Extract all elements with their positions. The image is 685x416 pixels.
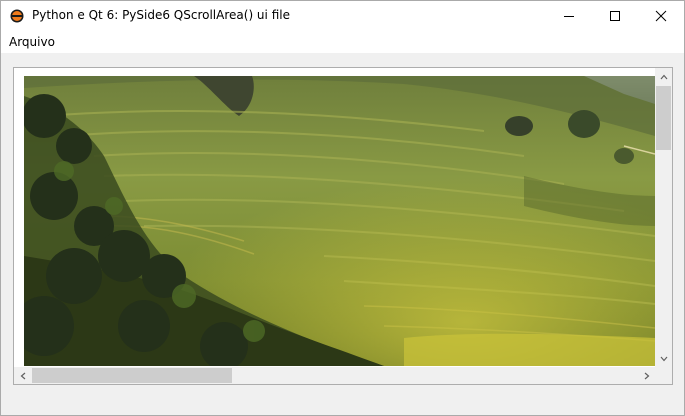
chevron-right-icon bbox=[644, 372, 649, 379]
maximize-icon bbox=[610, 11, 620, 21]
rice-terraces-photo bbox=[24, 76, 655, 366]
title-bar[interactable]: Python e Qt 6: PySide6 QScrollArea() ui … bbox=[1, 1, 684, 31]
close-icon bbox=[655, 10, 667, 22]
scroll-viewport[interactable] bbox=[24, 76, 655, 366]
chevron-left-icon bbox=[20, 372, 25, 379]
menu-bar: Arquivo bbox=[1, 31, 684, 53]
horizontal-scroll-thumb[interactable] bbox=[32, 368, 232, 383]
scroll-down-button[interactable] bbox=[655, 350, 672, 367]
qt-python-app-icon bbox=[10, 9, 24, 23]
vertical-scroll-thumb[interactable] bbox=[656, 86, 671, 150]
chevron-up-icon bbox=[660, 74, 667, 79]
scrollbar-corner bbox=[655, 367, 672, 384]
window-title: Python e Qt 6: PySide6 QScrollArea() ui … bbox=[32, 8, 290, 22]
scroll-area[interactable] bbox=[13, 67, 673, 385]
horizontal-scrollbar[interactable] bbox=[14, 367, 655, 384]
vertical-scrollbar[interactable] bbox=[655, 68, 672, 367]
menu-item-arquivo[interactable]: Arquivo bbox=[9, 35, 55, 49]
close-button[interactable] bbox=[638, 1, 684, 31]
scroll-left-button[interactable] bbox=[14, 367, 31, 384]
app-window: Python e Qt 6: PySide6 QScrollArea() ui … bbox=[0, 0, 685, 416]
chevron-down-icon bbox=[660, 356, 667, 361]
minimize-button[interactable] bbox=[546, 1, 592, 31]
minimize-icon bbox=[564, 16, 574, 17]
scroll-up-button[interactable] bbox=[655, 68, 672, 85]
maximize-button[interactable] bbox=[592, 1, 638, 31]
scroll-right-button[interactable] bbox=[638, 367, 655, 384]
